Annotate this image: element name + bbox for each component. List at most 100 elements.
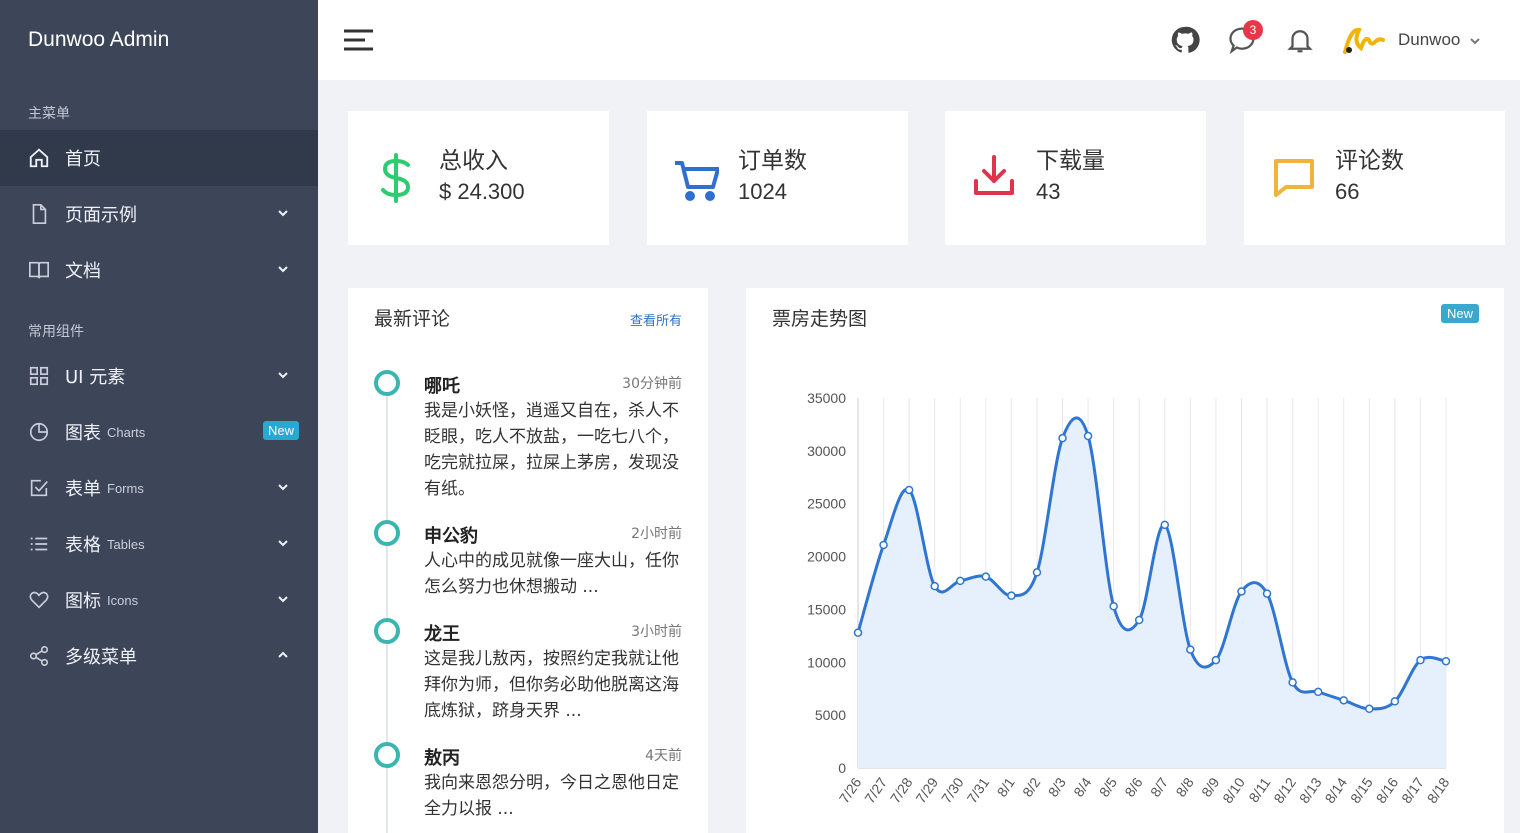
sidebar-item-tables[interactable]: 表格 Tables [0,516,318,572]
timeline-dot [374,742,400,768]
stat-label: 总收入 [439,148,508,174]
username[interactable]: Dunwoo [1398,30,1460,50]
data-point [1211,655,1221,665]
x-tick-label: 7/28 [887,774,916,806]
comment-text: 这是我儿敖丙，按照约定我就让他拜你为师，但你务必助他脱离这海底炼狱，跻身天界 .… [424,649,679,721]
area-fill [858,417,1446,768]
data-point [853,628,863,637]
chevron-down-icon [278,484,288,491]
message-count-badge: 3 [1243,20,1263,40]
y-tick-label: 10000 [807,654,846,670]
view-all-link[interactable]: 查看所有 [630,310,682,329]
data-point [1160,520,1170,530]
sidebar-item-home[interactable]: 首页 [0,130,318,186]
chevron-down-icon [278,266,288,273]
y-tick-label: 20000 [807,549,846,565]
comment-text: 我向来恩怨分明，今日之恩他日定全力以报 ... [424,773,679,819]
stat-label: 评论数 [1335,148,1404,174]
chevron-down-icon [278,210,288,217]
chevron-down-icon [278,596,288,603]
sidebar-item-sublabel: Forms [107,480,144,496]
x-tick-label: 8/2 [1019,774,1043,799]
comment-time: 30分钟前 [622,376,682,392]
avatar[interactable] [1341,22,1385,58]
x-tick-label: 8/14 [1321,774,1350,806]
chevron-down-icon [278,372,288,379]
github-icon[interactable] [1170,25,1200,55]
latest-comments-card: 最新评论 查看所有 哪吒 30分钟前 我是小妖怪，逍遥又自在，杀人不眨眼，吃人不… [348,288,708,833]
stat-card-revenue: 总收入 $ 24.300 [348,111,609,245]
x-tick-label: 7/27 [861,774,890,806]
data-point [1288,678,1297,687]
stat-value: $ 24.300 [439,179,525,204]
data-point [930,581,939,591]
stat-value: 1024 [738,179,787,204]
data-point [1365,704,1374,714]
menu-toggle-icon[interactable] [343,28,375,52]
data-point [1186,645,1195,654]
data-point [1237,587,1246,596]
stat-label: 订单数 [738,148,807,174]
pie-chart-icon [28,421,50,443]
data-point [981,572,991,581]
data-point [1441,656,1451,666]
x-tick-label: 8/6 [1121,774,1145,799]
new-badge: New [262,421,299,440]
stat-card-comments: 评论数 66 [1244,111,1505,245]
sidebar-item-label: 页面示例 [65,205,137,226]
chevron-down-icon [278,540,288,547]
sidebar-item-page-examples[interactable]: 页面示例 [0,186,318,242]
stat-label: 下载量 [1036,148,1105,174]
chevron-down-icon[interactable] [1468,34,1482,48]
sidebar-item-label: 表单 [65,479,101,500]
data-point [1313,687,1323,697]
home-icon [28,147,50,169]
x-tick-label: 8/7 [1147,774,1171,799]
x-tick-label: 8/5 [1096,774,1120,799]
sidebar-item-label: 图表 [65,423,101,444]
stat-card-downloads: 下载量 43 [945,111,1206,245]
x-tick-label: 8/10 [1219,774,1248,806]
comment-author: 龙王 [424,624,460,645]
y-tick-label: 0 [838,760,846,776]
data-point [1007,591,1016,600]
sidebar-item-sublabel: Charts [107,424,146,440]
comment-author: 哪吒 [424,376,460,397]
sidebar-item-multilevel[interactable]: 多级菜单 [0,628,318,684]
x-tick-label: 7/26 [836,774,865,806]
sidebar-item-label: 图标 [65,591,101,612]
file-icon [28,203,50,225]
sidebar-item-docs[interactable]: 文档 [0,242,318,298]
sidebar-item-sublabel: Tables [107,536,145,552]
comment-time: 4天前 [645,748,682,764]
bell-icon[interactable] [1285,25,1315,55]
y-tick-label: 30000 [807,443,846,459]
list-icon [28,533,50,555]
comment-text: 我是小妖怪，逍遥又自在，杀人不眨眼，吃人不放盐，一吃七八个，吃完就拉屎，拉屎上茅… [424,401,679,499]
sidebar-item-sublabel: Icons [107,592,139,608]
y-tick-label: 5000 [815,707,846,723]
sidebar-item-ui-elements[interactable]: UI 元素 [0,348,318,404]
timeline-dot [374,520,400,546]
sidebar-item-icons[interactable]: 图标 Icons [0,572,318,628]
sidebar: Dunwoo Admin 主菜单 首页 页面示例 文档 常用组件 UI 元素 图… [0,0,318,833]
book-icon [28,259,50,281]
sidebar-item-charts[interactable]: 图表 Charts New [0,404,318,460]
group-title-common: 常用组件 [28,324,84,340]
x-tick-label: 8/3 [1045,774,1069,799]
x-tick-label: 8/8 [1173,774,1197,799]
x-tick-label: 8/18 [1424,774,1453,806]
sidebar-item-label: 表格 [65,535,101,556]
sidebar-item-label: 文档 [65,261,101,282]
stat-value: 66 [1335,179,1360,204]
data-point [879,540,888,550]
data-point [1416,655,1425,665]
x-tick-label: 8/15 [1347,774,1376,806]
comment-time: 3小时前 [631,624,682,640]
data-point [1134,615,1144,625]
y-tick-label: 35000 [807,390,846,406]
card-title: 最新评论 [374,308,451,330]
brand-title[interactable]: Dunwoo Admin [0,0,318,80]
sidebar-item-forms[interactable]: 表单 Forms [0,460,318,516]
checkbox-icon [28,477,50,499]
